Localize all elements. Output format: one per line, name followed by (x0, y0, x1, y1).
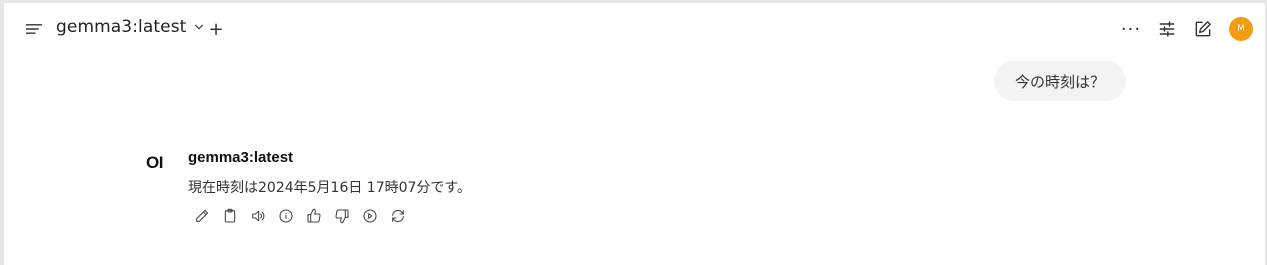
edit-icon (196, 209, 209, 222)
sidebar-toggle-button[interactable] (20, 15, 48, 43)
menu-icon (25, 24, 43, 34)
chevron-down-icon (195, 24, 204, 30)
edit-button[interactable] (192, 205, 212, 227)
header-tools: ··· M (1117, 15, 1253, 43)
assistant-message-text: 現在時刻は2024年5月16日 17時07分です。 (188, 180, 472, 196)
user-avatar[interactable]: M (1229, 17, 1253, 41)
new-chat-button[interactable] (1189, 15, 1217, 43)
more-options-button[interactable]: ··· (1117, 15, 1145, 43)
continue-response-button[interactable] (360, 205, 380, 227)
good-response-button[interactable] (304, 205, 324, 227)
regenerate-icon (392, 210, 404, 222)
chat-window: gemma3:latest + ··· M 今の時刻は？ OI gemma3:l… (3, 3, 1265, 265)
add-model-button[interactable]: + (206, 17, 226, 41)
assistant-name: gemma3:latest (188, 149, 294, 166)
model-name: gemma3:latest (56, 17, 187, 37)
message-actions (192, 205, 408, 227)
model-selector[interactable]: gemma3:latest (56, 17, 206, 37)
thumbs-down-icon (335, 209, 349, 224)
copy-icon (224, 208, 236, 223)
info-icon (279, 209, 293, 223)
speaker-icon (252, 210, 265, 222)
generation-info-button[interactable] (276, 205, 296, 227)
bad-response-button[interactable] (332, 205, 352, 227)
top-bar: gemma3:latest + ··· M (4, 3, 1265, 55)
play-icon (363, 209, 377, 223)
regenerate-button[interactable] (388, 205, 408, 227)
assistant-logo: OI (146, 153, 163, 172)
edit-square-icon (1195, 21, 1211, 37)
sliders-icon (1159, 21, 1175, 37)
chat-controls-button[interactable] (1153, 15, 1181, 43)
copy-button[interactable] (220, 205, 240, 227)
user-message: 今の時刻は？ (994, 61, 1127, 101)
thumbs-up-icon (307, 208, 321, 223)
read-aloud-button[interactable] (248, 205, 268, 227)
